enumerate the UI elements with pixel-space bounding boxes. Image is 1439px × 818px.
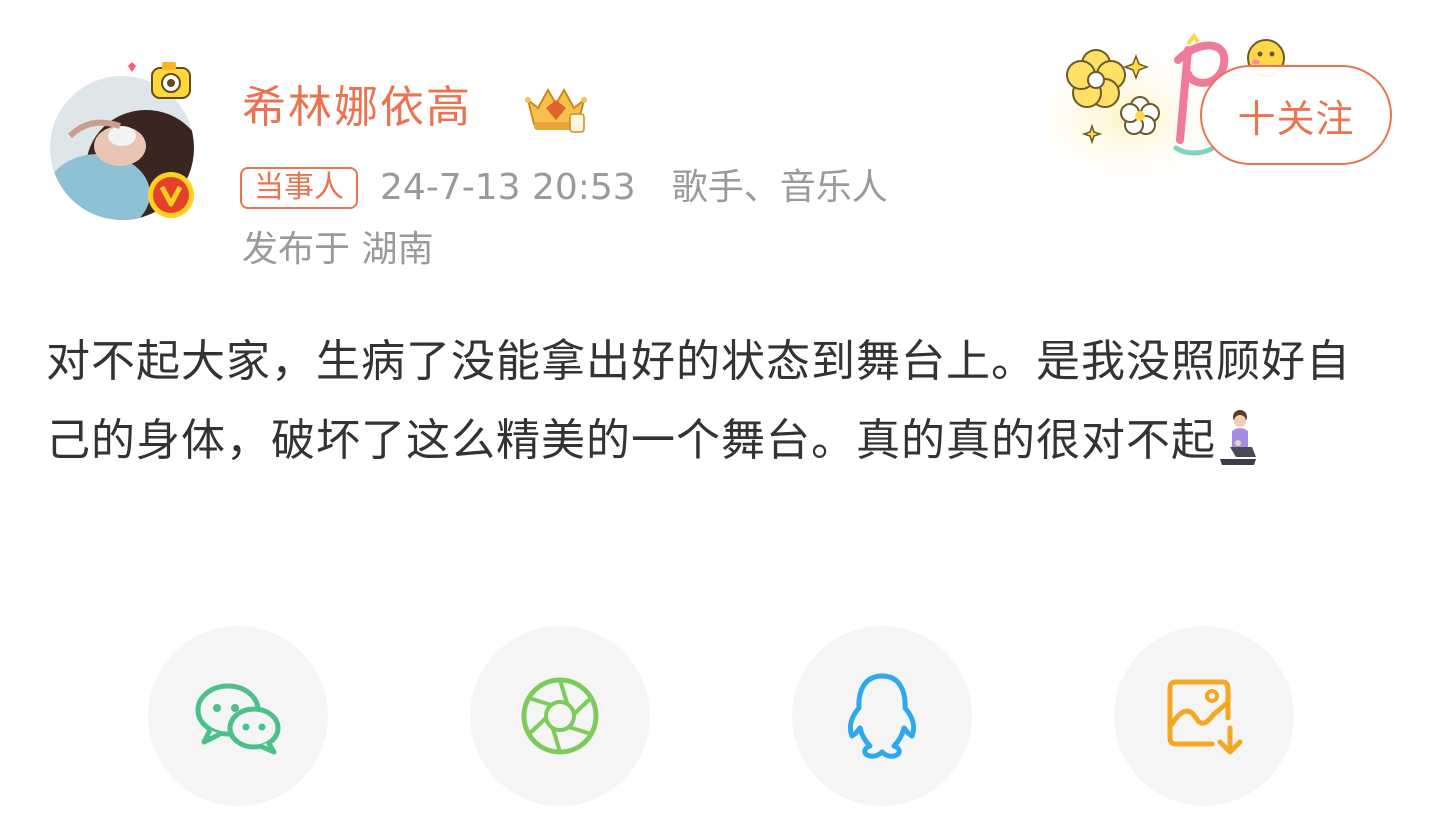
qq-penguin-icon [847, 673, 917, 759]
share-qq-button[interactable] [792, 626, 972, 806]
save-image-button[interactable] [1114, 626, 1294, 806]
follow-button[interactable]: 十关注 [1200, 65, 1392, 165]
share-moments-button[interactable] [470, 626, 650, 806]
verified-v-icon [146, 170, 196, 220]
save-image-icon [1167, 679, 1243, 755]
follow-button-label: 十关注 [1237, 96, 1355, 141]
avatar-container[interactable] [48, 62, 200, 220]
post-location: 发布于 湖南 [242, 229, 434, 270]
crown-badge-icon[interactable] [520, 78, 592, 138]
post-meta: 当事人 24-7-13 20:53 歌手、音乐人 [240, 164, 888, 212]
post-text: 对不起大家，生病了没能拿出好的状态到舞台上。是我没照顾好自己的身体，破坏了这么精… [46, 336, 1351, 466]
post-content: 对不起大家，生病了没能拿出好的状态到舞台上。是我没照顾好自己的身体，破坏了这么精… [46, 322, 1386, 480]
user-description: 歌手、音乐人 [671, 167, 888, 208]
kneeling-person-emoji-icon [1216, 407, 1260, 467]
username[interactable]: 希林娜依高 [242, 80, 472, 136]
camera-sticker-icon [118, 56, 198, 112]
party-tag: 当事人 [240, 167, 358, 209]
share-wechat-button[interactable] [148, 626, 328, 806]
post-timestamp: 24-7-13 20:53 [380, 167, 636, 208]
wechat-icon [195, 683, 281, 755]
moments-aperture-icon [521, 677, 599, 755]
